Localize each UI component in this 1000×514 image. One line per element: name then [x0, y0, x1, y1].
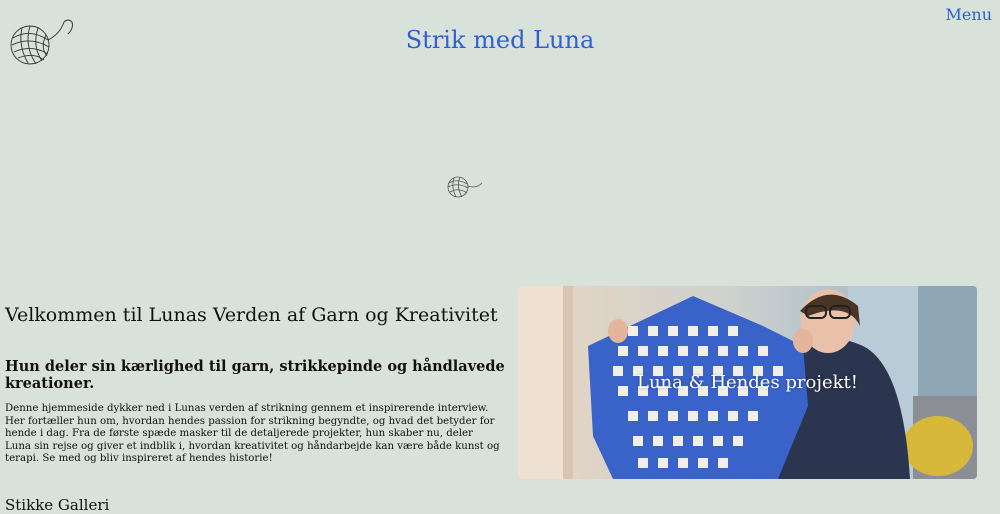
- subtitle-heading: Hun deler sin kærlighed til garn, strikk…: [5, 358, 505, 392]
- hero-image: Luna & Hendes projekt!: [518, 286, 977, 479]
- menu-link[interactable]: Menu: [946, 5, 992, 24]
- site-title: Strik med Luna: [405, 26, 595, 54]
- intro-paragraph: Denne hjemmeside dykker ned i Lunas verd…: [5, 403, 500, 464]
- welcome-heading: Velkommen til Lunas Verden af Garn og Kr…: [5, 304, 498, 326]
- yarn-ball-icon: [446, 175, 484, 199]
- gallery-heading: Stikke Galleri: [5, 496, 110, 514]
- hero-caption: Luna & Hendes projekt!: [637, 372, 858, 393]
